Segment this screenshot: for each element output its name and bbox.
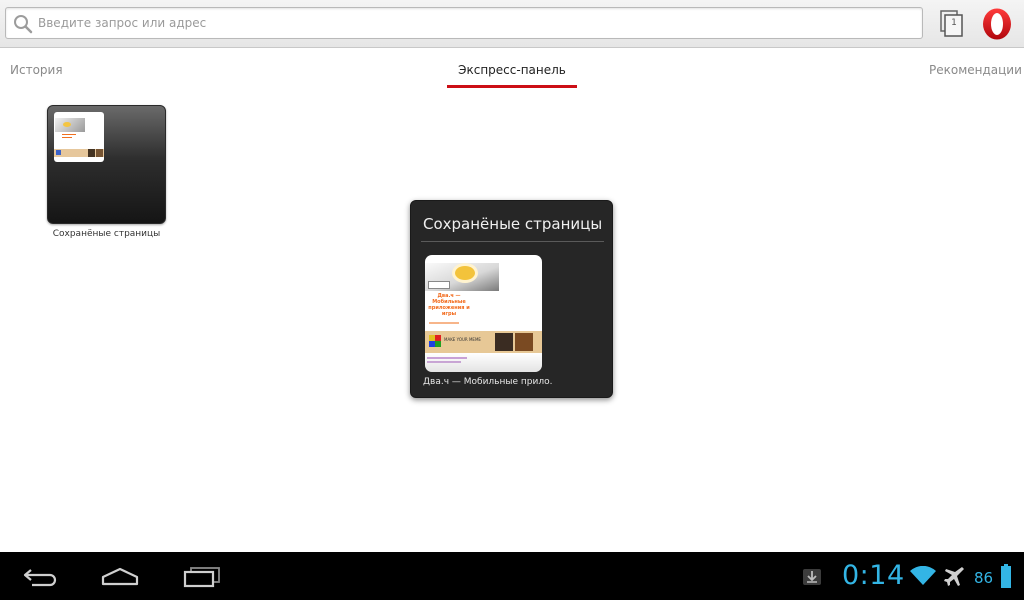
- back-icon[interactable]: [22, 566, 58, 588]
- wifi-icon: [910, 566, 936, 585]
- tab-count: 1: [951, 18, 957, 28]
- opera-logo-icon: [983, 8, 1011, 40]
- popup-divider: [421, 241, 604, 242]
- speed-dial-folder[interactable]: [47, 105, 166, 224]
- airplane-icon: [944, 567, 964, 586]
- folder-thumbnail: [54, 112, 104, 162]
- saved-page-label: Два.ч — Мобильные прило...: [423, 377, 553, 387]
- saved-page-thumbnail[interactable]: Два.ч — Мобильные приложения и игры MAKE…: [425, 255, 542, 372]
- battery-percent: 86: [974, 569, 994, 587]
- status-clock: 0:14: [842, 560, 905, 591]
- download-icon[interactable]: [802, 568, 822, 586]
- speed-dial-folder-label: Сохранёные страницы: [52, 229, 161, 239]
- thumbnail-banner: MAKE YOUR MEME: [444, 337, 481, 342]
- tab-recommendations[interactable]: Рекомендации: [929, 63, 1022, 77]
- home-icon[interactable]: [100, 566, 140, 588]
- opera-menu-button[interactable]: [980, 7, 1014, 41]
- tabs-button[interactable]: 1: [938, 9, 966, 39]
- address-bar[interactable]: [5, 7, 923, 39]
- popup-title: Сохранёные страницы: [423, 215, 603, 233]
- tab-speed-dial[interactable]: Экспресс-панель: [447, 63, 577, 77]
- recent-apps-icon[interactable]: [183, 566, 221, 588]
- active-tab-indicator: [447, 85, 577, 88]
- address-input[interactable]: [38, 12, 908, 34]
- folder-popup: Сохранёные страницы Два.ч — Мобильные пр…: [410, 200, 613, 398]
- top-toolbar: 1: [0, 0, 1024, 48]
- thumbnail-heading: Два.ч — Мобильные приложения и игры: [428, 293, 470, 317]
- search-icon: [14, 15, 33, 34]
- battery-icon: [1001, 564, 1011, 588]
- tab-history[interactable]: История: [10, 63, 63, 77]
